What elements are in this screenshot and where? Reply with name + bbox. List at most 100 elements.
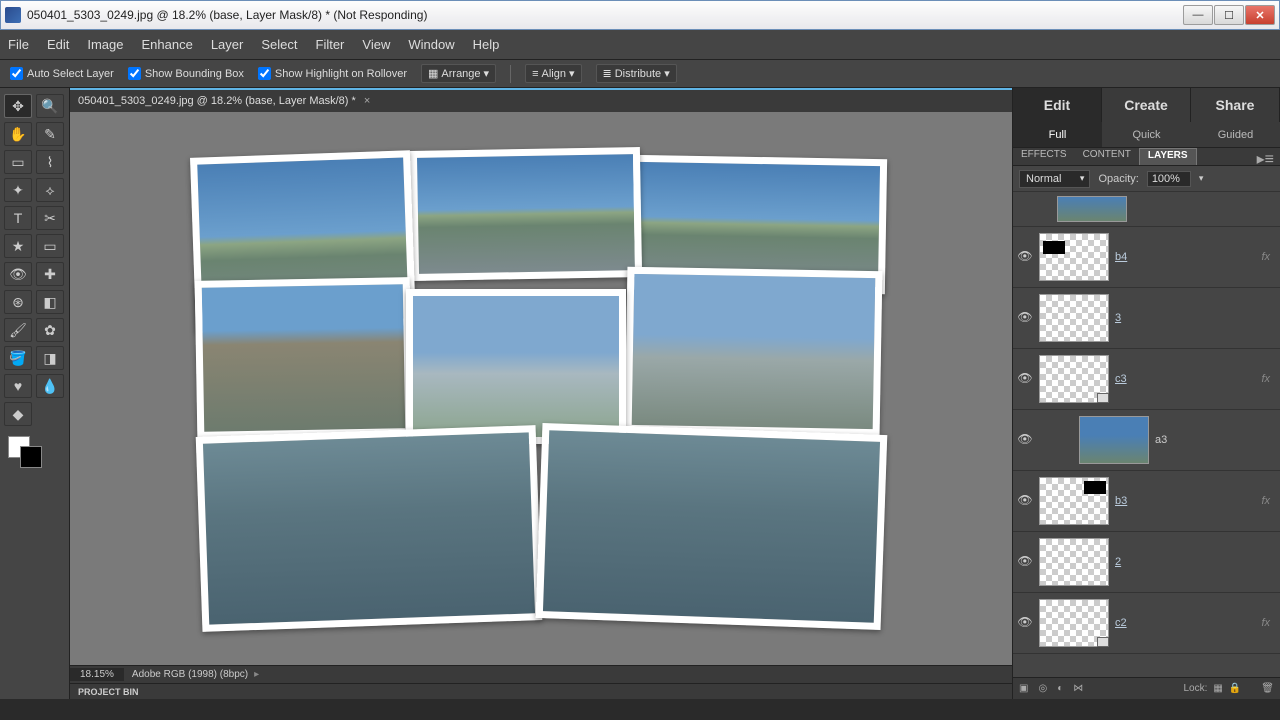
layer-thumbnail[interactable]	[1057, 196, 1127, 222]
new-group-icon[interactable]: ◎	[1038, 683, 1047, 694]
layer-row[interactable]: 👁c3fx	[1013, 349, 1280, 410]
menu-image[interactable]: Image	[87, 37, 123, 52]
sponge-tool[interactable]: ◆	[4, 402, 32, 426]
eraser-tool[interactable]: ◧	[36, 290, 64, 314]
marquee-tool[interactable]: ▭	[4, 150, 32, 174]
layer-row[interactable]: 👁3	[1013, 288, 1280, 349]
layer-name[interactable]: 2	[1115, 556, 1121, 568]
tab-edit[interactable]: Edit	[1013, 88, 1102, 122]
layer-name[interactable]: c2	[1115, 617, 1127, 629]
layer-thumbnail[interactable]	[1079, 416, 1149, 464]
visibility-toggle-icon[interactable]: 👁	[1017, 615, 1033, 631]
move-tool[interactable]: ✥	[4, 94, 32, 118]
layer-name[interactable]: b4	[1115, 251, 1127, 263]
gradient-tool[interactable]: ◨	[36, 346, 64, 370]
layer-name[interactable]: b3	[1115, 495, 1127, 507]
visibility-toggle-icon[interactable]: 👁	[1017, 432, 1033, 448]
opt-auto-select[interactable]: Auto Select Layer	[10, 67, 114, 80]
hand-tool[interactable]: ✋	[4, 122, 32, 146]
crop-tool[interactable]: ✂	[36, 206, 64, 230]
menu-file[interactable]: File	[8, 37, 29, 52]
menu-layer[interactable]: Layer	[211, 37, 244, 52]
tab-layers[interactable]: LAYERS	[1139, 148, 1197, 165]
new-layer-icon[interactable]: ▣	[1019, 683, 1028, 694]
layer-row[interactable]: 👁 a3	[1013, 410, 1280, 471]
redeye-tool[interactable]: 👁	[4, 262, 32, 286]
layer-thumbnail[interactable]	[1039, 599, 1109, 647]
tab-quick[interactable]: Quick	[1102, 122, 1191, 147]
tab-share[interactable]: Share	[1191, 88, 1280, 122]
type-tool[interactable]: T	[4, 206, 32, 230]
visibility-toggle-icon[interactable]: 👁	[1017, 310, 1033, 326]
layer-row[interactable]: 👁 c2 fx	[1013, 593, 1280, 654]
layer-row[interactable]: 👁2	[1013, 532, 1280, 593]
healing-tool[interactable]: ✚	[36, 262, 64, 286]
layer-name[interactable]: 3	[1115, 312, 1121, 324]
lock-pixels-icon[interactable]: ▦	[1213, 683, 1222, 694]
menu-filter[interactable]: Filter	[316, 37, 345, 52]
menu-window[interactable]: Window	[408, 37, 454, 52]
lasso-tool[interactable]: ⌇	[36, 150, 64, 174]
canvas[interactable]	[70, 112, 1012, 665]
maximize-button[interactable]: ☐	[1214, 5, 1244, 25]
cookie-cutter-tool[interactable]: ★	[4, 234, 32, 258]
tab-content[interactable]: CONTENT	[1075, 148, 1139, 165]
adjust-layer-icon[interactable]: ◐	[1057, 683, 1063, 694]
visibility-toggle-icon[interactable]: 👁	[1017, 493, 1033, 509]
delete-layer-icon[interactable]: 🗑	[1261, 683, 1274, 694]
background-color[interactable]	[20, 446, 42, 468]
fx-indicator-icon[interactable]: fx	[1261, 617, 1276, 629]
blur-tool[interactable]: 💧	[36, 374, 64, 398]
opt-bounding[interactable]: Show Bounding Box	[128, 67, 244, 80]
menu-select[interactable]: Select	[261, 37, 297, 52]
layer-thumbnail[interactable]	[1039, 538, 1109, 586]
menu-help[interactable]: Help	[473, 37, 500, 52]
status-menu-icon[interactable]: ▸	[254, 669, 259, 680]
link-layers-icon[interactable]: ⋈	[1073, 683, 1083, 694]
brush-tool[interactable]: 🖌	[4, 318, 32, 342]
tab-create[interactable]: Create	[1102, 88, 1191, 122]
tab-full[interactable]: Full	[1013, 122, 1102, 147]
clone-tool[interactable]: ⊛	[4, 290, 32, 314]
close-button[interactable]: ✕	[1245, 5, 1275, 25]
tab-guided[interactable]: Guided	[1191, 122, 1280, 147]
fx-indicator-icon[interactable]: fx	[1261, 373, 1276, 385]
opt-rollover[interactable]: Show Highlight on Rollover	[258, 67, 407, 80]
layer-thumbnail[interactable]	[1039, 233, 1109, 281]
layer-name[interactable]: c3	[1115, 373, 1127, 385]
layer-row[interactable]: 👁 b3 fx	[1013, 471, 1280, 532]
layer-thumbnail[interactable]	[1039, 477, 1109, 525]
blend-mode-dropdown[interactable]: Normal	[1019, 170, 1090, 188]
eyedropper-tool[interactable]: ✎	[36, 122, 64, 146]
menu-edit[interactable]: Edit	[47, 37, 69, 52]
menu-enhance[interactable]: Enhance	[142, 37, 193, 52]
shape-tool[interactable]: ♥	[4, 374, 32, 398]
color-swatches[interactable]	[4, 432, 65, 472]
panel-menu-icon[interactable]: ▸≡	[1251, 148, 1280, 165]
magic-wand-tool[interactable]: ✦	[4, 178, 32, 202]
project-bin[interactable]: PROJECT BIN	[70, 683, 1012, 699]
layer-thumbnail[interactable]	[1039, 355, 1109, 403]
fx-indicator-icon[interactable]: fx	[1261, 251, 1276, 263]
document-tab[interactable]: 050401_5303_0249.jpg @ 18.2% (base, Laye…	[70, 88, 1012, 112]
arrange-dropdown[interactable]: ▦ Arrange ▾	[421, 64, 496, 83]
smart-brush-tool[interactable]: ✿	[36, 318, 64, 342]
opacity-chevron-icon[interactable]: ▾	[1199, 173, 1204, 184]
straighten-tool[interactable]: ▭	[36, 234, 64, 258]
quick-selection-tool[interactable]: ⟡	[36, 178, 64, 202]
visibility-toggle-icon[interactable]: 👁	[1017, 249, 1033, 265]
minimize-button[interactable]: —	[1183, 5, 1213, 25]
zoom-tool[interactable]: 🔍	[36, 94, 64, 118]
layer-row[interactable]	[1013, 192, 1280, 227]
visibility-toggle-icon[interactable]: 👁	[1017, 554, 1033, 570]
menu-view[interactable]: View	[362, 37, 390, 52]
zoom-level[interactable]: 18.15%	[70, 668, 124, 681]
tab-effects[interactable]: EFFECTS	[1013, 148, 1075, 165]
align-dropdown[interactable]: ≡ Align ▾	[525, 64, 581, 83]
layer-name[interactable]: a3	[1155, 434, 1167, 446]
close-tab-icon[interactable]: ×	[364, 95, 370, 107]
layer-thumbnail[interactable]	[1039, 294, 1109, 342]
fx-indicator-icon[interactable]: fx	[1261, 495, 1276, 507]
lock-all-icon[interactable]: 🔒	[1229, 683, 1241, 694]
bucket-tool[interactable]: 🪣	[4, 346, 32, 370]
